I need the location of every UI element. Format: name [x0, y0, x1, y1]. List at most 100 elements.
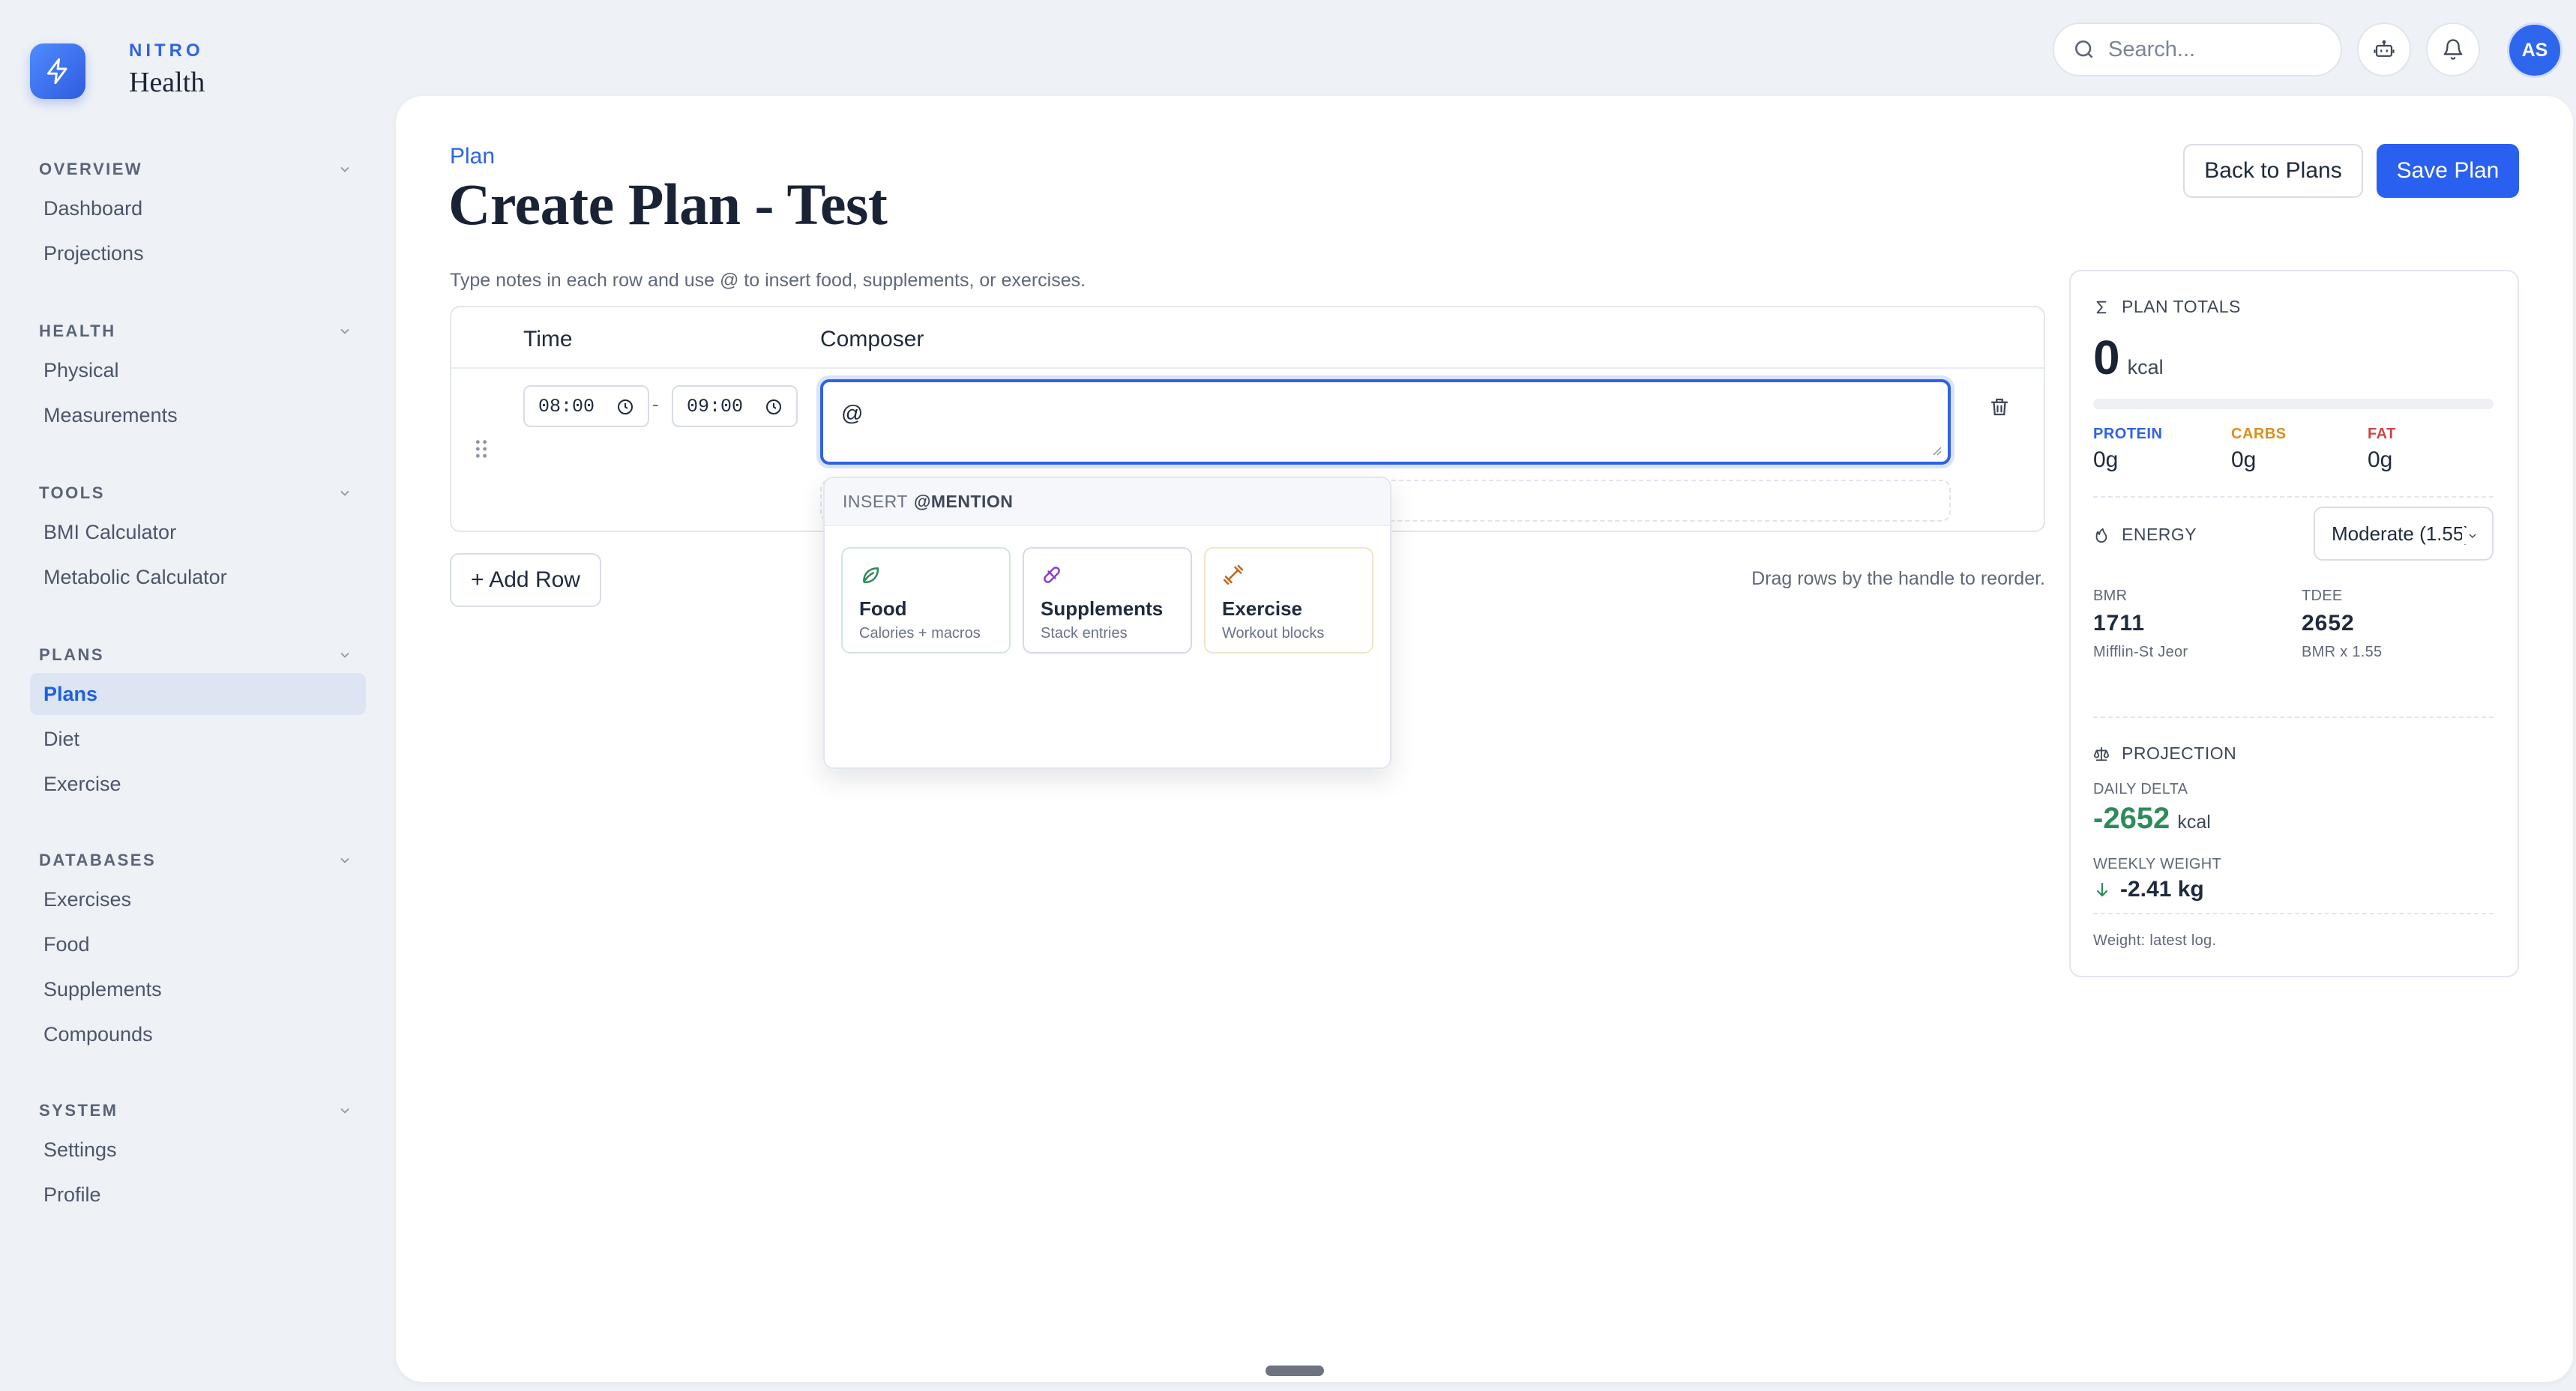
- sidebar-item-dashboard[interactable]: Dashboard: [30, 187, 366, 229]
- nav-header-label: HEALTH: [39, 322, 116, 340]
- arrow-down-icon: [2096, 882, 2108, 897]
- chevron-down-icon: [340, 857, 349, 863]
- brand-kicker: NITRO: [129, 40, 204, 61]
- daily-delta-value: -2652: [2093, 802, 2170, 835]
- sidebar-item-food[interactable]: Food: [30, 923, 366, 965]
- end-time-value: 09:00: [687, 395, 744, 417]
- leaf-icon: [863, 567, 879, 584]
- macro-label: PROTEIN: [2093, 426, 2163, 442]
- brand[interactable]: NITRO Health: [30, 40, 205, 99]
- add-row-button[interactable]: + Add Row: [450, 553, 601, 607]
- nav-header-overview[interactable]: OVERVIEW: [30, 154, 366, 184]
- nav-header-label: PLANS: [39, 645, 105, 664]
- nav-header-system[interactable]: SYSTEM: [30, 1096, 366, 1126]
- breadcrumb[interactable]: Plan: [450, 144, 495, 169]
- dumbbell-icon: [1223, 564, 1244, 585]
- mention-option-exercise[interactable]: Exercise Workout blocks: [1204, 547, 1373, 654]
- sidebar-item-supplements[interactable]: Supplements: [30, 968, 366, 1010]
- sidebar-item-metabolic-calculator[interactable]: Metabolic Calculator: [30, 556, 366, 598]
- trash-icon[interactable]: [1988, 396, 2011, 418]
- composer-value: @: [841, 402, 864, 426]
- nav-section-system: SYSTEM Settings Profile: [30, 1096, 366, 1216]
- sidebar-item-exercises[interactable]: Exercises: [30, 878, 366, 920]
- divider: [2093, 496, 2494, 498]
- assistant-button[interactable]: [2357, 22, 2411, 76]
- column-header-time: Time: [523, 327, 573, 351]
- tdee-note: BMR x 1.55: [2302, 644, 2383, 660]
- bmr-value: 1711: [2093, 611, 2146, 636]
- table-divider: [451, 367, 2044, 369]
- mention-option-food[interactable]: Food Calories + macros: [841, 547, 1011, 654]
- search-input[interactable]: [2108, 37, 2326, 62]
- time-range-separator: -: [652, 393, 659, 415]
- resize-grip-icon[interactable]: [1930, 444, 1942, 456]
- sidebar-item-plans[interactable]: Plans: [30, 673, 366, 715]
- daily-delta-unit: kcal: [2177, 812, 2211, 833]
- sidebar-item-measurements[interactable]: Measurements: [30, 394, 366, 436]
- plan-totals-title: PLAN TOTALS: [2122, 297, 2241, 316]
- clock-icon: [766, 399, 781, 414]
- macro-value: 0g: [2093, 447, 2119, 472]
- nav-header-label: OVERVIEW: [39, 160, 143, 178]
- bmr-label: BMR: [2093, 588, 2128, 604]
- robot-icon: [2374, 40, 2395, 57]
- macro-label: CARBS: [2231, 426, 2287, 442]
- kcal-total: 0 kcal: [2093, 330, 2164, 385]
- scale-icon: [2093, 746, 2110, 761]
- search-icon: [2075, 40, 2093, 58]
- sidebar-item-diet[interactable]: Diet: [30, 718, 366, 760]
- mention-header-strong: @MENTION: [913, 491, 1014, 511]
- sidebar-item-projections[interactable]: Projections: [30, 232, 366, 274]
- nav-header-databases[interactable]: DATABASES: [30, 845, 366, 875]
- bolt-icon: [30, 43, 85, 99]
- weekly-weight-label: WEEKLY WEIGHT: [2093, 856, 2221, 872]
- save-plan-button[interactable]: Save Plan: [2377, 144, 2519, 198]
- end-time-input[interactable]: 09:00: [672, 385, 798, 427]
- mention-option-subtitle: Calories + macros: [859, 625, 981, 642]
- composer-textarea[interactable]: @: [820, 379, 1951, 465]
- back-to-plans-button[interactable]: Back to Plans: [2183, 144, 2363, 198]
- mention-option-supplements[interactable]: Supplements Stack entries: [1023, 547, 1192, 654]
- mention-popover: INSERT @MENTION Food Calories + macros S…: [823, 477, 1391, 769]
- start-time-input[interactable]: 08:00: [523, 385, 649, 427]
- sidebar-item-compounds[interactable]: Compounds: [30, 1013, 366, 1055]
- kcal-unit: kcal: [2127, 356, 2164, 378]
- plan-totals-heading: PLAN TOTALS: [2093, 297, 2241, 317]
- chevron-down-icon: [340, 166, 349, 172]
- search-box[interactable]: [2053, 22, 2342, 76]
- scroll-handle[interactable]: [1266, 1366, 1324, 1376]
- sidebar-item-settings[interactable]: Settings: [30, 1129, 366, 1171]
- nav-header-label: TOOLS: [39, 483, 105, 502]
- macro-label: FAT: [2368, 426, 2396, 442]
- page-title: Create Plan - Test: [448, 172, 888, 237]
- activity-level-value: Moderate (1.55): [2332, 522, 2470, 545]
- nav-header-health[interactable]: HEALTH: [30, 316, 366, 346]
- sidebar-item-physical[interactable]: Physical: [30, 349, 366, 391]
- notifications-button[interactable]: [2426, 22, 2480, 76]
- mention-option-subtitle: Workout blocks: [1222, 625, 1325, 642]
- sidebar-item-profile[interactable]: Profile: [30, 1174, 366, 1216]
- mention-header: INSERT @MENTION: [825, 478, 1390, 526]
- kcal-progress-bar: [2093, 399, 2494, 409]
- activity-level-select[interactable]: Moderate (1.55): [2314, 507, 2494, 561]
- nav-section-overview: OVERVIEW Dashboard Projections: [30, 154, 366, 274]
- macro-carbs: CARBS 0g: [2231, 426, 2287, 473]
- nav-section-databases: DATABASES Exercises Food Supplements Com…: [30, 845, 366, 1055]
- tdee-label: TDEE: [2302, 588, 2343, 604]
- macro-value: 0g: [2368, 447, 2393, 472]
- macro-fat: FAT 0g: [2368, 426, 2396, 473]
- app-root: NITRO Health OVERVIEW Dashboard Projecti…: [0, 0, 2576, 1391]
- avatar[interactable]: AS: [2507, 22, 2563, 78]
- mention-header-prefix: INSERT: [843, 491, 908, 511]
- nav-section-health: HEALTH Physical Measurements: [30, 316, 366, 436]
- nav-header-tools[interactable]: TOOLS: [30, 478, 366, 508]
- sidebar-item-exercise[interactable]: Exercise: [30, 763, 366, 805]
- sidebar-item-bmi-calculator[interactable]: BMI Calculator: [30, 511, 366, 553]
- bmr-block: BMR 1711 Mifflin-St Jeor: [2093, 588, 2188, 661]
- drag-handle-icon[interactable]: [474, 439, 489, 459]
- nav-section-tools: TOOLS BMI Calculator Metabolic Calculato…: [30, 478, 366, 598]
- divider: [2093, 716, 2494, 718]
- daily-delta: -2652 kcal: [2093, 802, 2211, 836]
- nav-header-plans[interactable]: PLANS: [30, 640, 366, 670]
- macro-protein: PROTEIN 0g: [2093, 426, 2162, 473]
